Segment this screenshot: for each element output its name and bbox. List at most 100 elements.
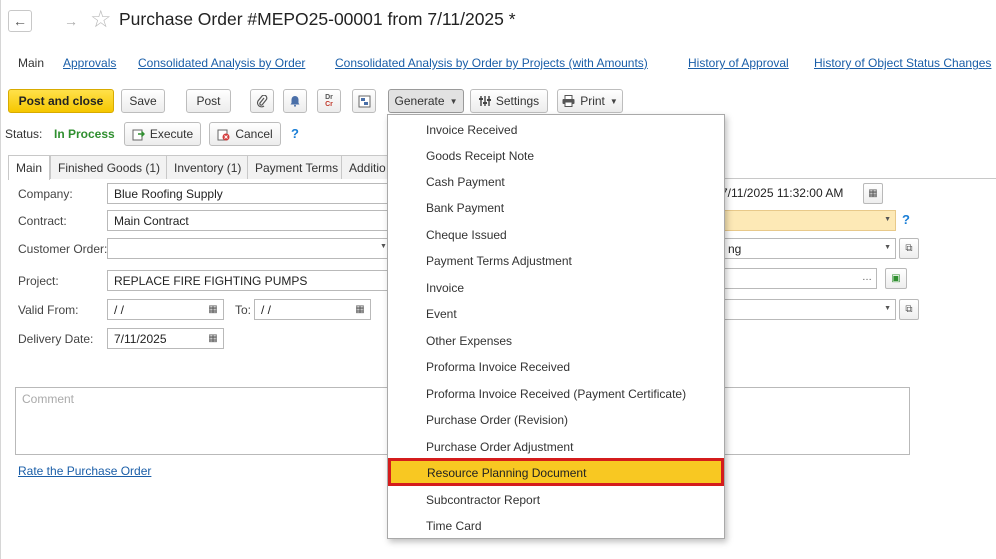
required-field[interactable]: ▼ (701, 210, 896, 231)
subtab-main[interactable]: Main (8, 155, 51, 180)
menu-item[interactable]: Purchase Order (Revision) (388, 406, 724, 432)
tab-consolidated-analysis-by-projects[interactable]: Consolidated Analysis by Order by Projec… (335, 56, 648, 70)
cancel-icon (217, 128, 230, 141)
menu-item[interactable]: Payment Terms Adjustment (388, 247, 724, 273)
settings-button[interactable]: Settings (470, 89, 548, 113)
rate-purchase-order-link[interactable]: Rate the Purchase Order (18, 464, 151, 478)
add-button[interactable]: ▣ (885, 268, 907, 289)
chevron-down-icon: ▼ (609, 96, 618, 106)
menu-item[interactable]: Subcontractor Report (388, 486, 724, 512)
valid-to-field[interactable]: / / ▦ (254, 299, 371, 320)
star-icon[interactable]: ☆ (90, 6, 112, 34)
menu-item[interactable]: Cash Payment (388, 168, 724, 194)
valid-to-label: To: (235, 303, 252, 317)
menu-item[interactable]: Proforma Invoice Received (388, 353, 724, 379)
company-field[interactable]: Blue Roofing Supply (107, 183, 389, 204)
form-tabs: Main Approvals Consolidated Analysis by … (1, 46, 996, 80)
menu-item[interactable]: Cheque Issued (388, 221, 724, 247)
calendar-button[interactable]: ▦ (863, 183, 883, 204)
post-button[interactable]: Post (186, 89, 231, 113)
post-and-close-button[interactable]: Post and close (8, 89, 114, 113)
project-field[interactable]: REPLACE FIRE FIGHTING PUMPS (107, 270, 389, 291)
save-button[interactable]: Save (121, 89, 165, 113)
help-icon[interactable]: ? (902, 212, 910, 227)
purchase-order-window: ← → ☆ Purchase Order #MEPO25-00001 from … (0, 0, 996, 559)
menu-item[interactable]: Goods Receipt Note (388, 142, 724, 168)
dr-cr-button[interactable]: Dr Cr (317, 89, 341, 113)
chevron-down-icon: ▼ (449, 96, 458, 106)
open-icon: ⧉ (905, 304, 913, 315)
open-button[interactable]: ⧉ (899, 299, 919, 320)
printer-icon (562, 95, 575, 107)
subtab-additional[interactable]: Additio (341, 155, 389, 179)
menu-item[interactable]: Bank Payment (388, 194, 724, 220)
execute-button[interactable]: Execute (124, 122, 201, 146)
arrow-right-icon: → (64, 13, 78, 29)
title-bar: ← → ☆ Purchase Order #MEPO25-00001 from … (1, 0, 996, 40)
calendar-icon[interactable]: ▦ (206, 332, 220, 345)
right-project-field[interactable]: … (701, 268, 877, 289)
add-icon: ▣ (891, 273, 901, 284)
forward-button[interactable]: → (59, 10, 83, 32)
project-label: Project: (18, 274, 59, 288)
right-select-field[interactable]: ng ▼ (701, 238, 896, 259)
contract-label: Contract: (18, 214, 67, 228)
customer-order-label: Customer Order: (18, 242, 108, 256)
tab-approvals[interactable]: Approvals (63, 56, 116, 70)
notify-button[interactable] (283, 89, 307, 113)
calendar-icon[interactable]: ▦ (206, 303, 220, 316)
cancel-button[interactable]: Cancel (209, 122, 281, 146)
calendar-icon[interactable]: ▦ (353, 303, 367, 316)
right-select-field-2[interactable]: ▼ (701, 299, 896, 320)
tab-consolidated-analysis-by-order[interactable]: Consolidated Analysis by Order (138, 56, 305, 70)
generate-button[interactable]: Generate ▼ (388, 89, 464, 113)
delivery-date-label: Delivery Date: (18, 332, 94, 346)
status-label: Status: (5, 127, 43, 141)
chevron-down-icon[interactable]: ▼ (884, 244, 891, 251)
arrow-left-icon: ← (13, 13, 27, 29)
subtab-inventory[interactable]: Inventory (1) (166, 155, 250, 179)
menu-item[interactable]: Invoice Received (388, 116, 724, 142)
valid-from-field[interactable]: / / ▦ (107, 299, 224, 320)
document-structure-icon (358, 95, 370, 107)
menu-item[interactable]: Invoice (388, 274, 724, 300)
help-icon[interactable]: ? (291, 126, 299, 141)
generate-menu: Invoice Received Goods Receipt Note Cash… (387, 114, 725, 539)
company-label: Company: (18, 187, 73, 201)
menu-item[interactable]: Time Card (388, 512, 724, 538)
customer-order-field[interactable] (107, 238, 389, 259)
bell-icon (290, 96, 300, 107)
document-date-field[interactable]: 7/11/2025 11:32:00 AM (721, 183, 856, 204)
subtab-payment-terms[interactable]: Payment Terms (247, 155, 347, 179)
page-title: Purchase Order #MEPO25-00001 from 7/11/2… (119, 9, 516, 29)
status-line: Status: In Process Execute Cancel ? (1, 122, 381, 146)
menu-item-highlighted[interactable]: Resource Planning Document (388, 458, 724, 486)
settings-icon (478, 95, 491, 107)
open-icon: ⧉ (905, 243, 913, 254)
execute-icon (132, 128, 145, 141)
chevron-down-icon[interactable]: ▼ (884, 305, 891, 312)
tab-history-of-approval[interactable]: History of Approval (688, 56, 789, 70)
tab-main[interactable]: Main (18, 56, 44, 70)
chevron-down-icon[interactable]: ▼ (884, 216, 891, 223)
valid-from-label: Valid From: (18, 303, 79, 317)
ellipsis-icon[interactable]: … (862, 272, 872, 283)
print-button[interactable]: Print ▼ (557, 89, 623, 113)
open-button[interactable]: ⧉ (899, 238, 919, 259)
calendar-icon: ▦ (868, 188, 878, 199)
dr-cr-icon: Dr Cr (325, 94, 333, 108)
delivery-date-field[interactable]: 7/11/2025 ▦ (107, 328, 224, 349)
tab-history-of-object-status-changes[interactable]: History of Object Status Changes (814, 56, 991, 70)
status-badge: In Process (54, 127, 115, 141)
menu-item[interactable]: Proforma Invoice Received (Payment Certi… (388, 380, 724, 406)
menu-item[interactable]: Purchase Order Adjustment (388, 433, 724, 459)
attach-button[interactable] (250, 89, 274, 113)
back-button[interactable]: ← (8, 10, 32, 32)
contract-field[interactable]: Main Contract (107, 210, 389, 231)
structure-button[interactable] (352, 89, 376, 113)
subtab-finished-goods[interactable]: Finished Goods (1) (50, 155, 169, 179)
menu-item[interactable]: Event (388, 300, 724, 326)
menu-item[interactable]: Other Expenses (388, 327, 724, 353)
paperclip-icon (256, 94, 268, 107)
chevron-down-icon[interactable]: ▼ (380, 243, 387, 250)
